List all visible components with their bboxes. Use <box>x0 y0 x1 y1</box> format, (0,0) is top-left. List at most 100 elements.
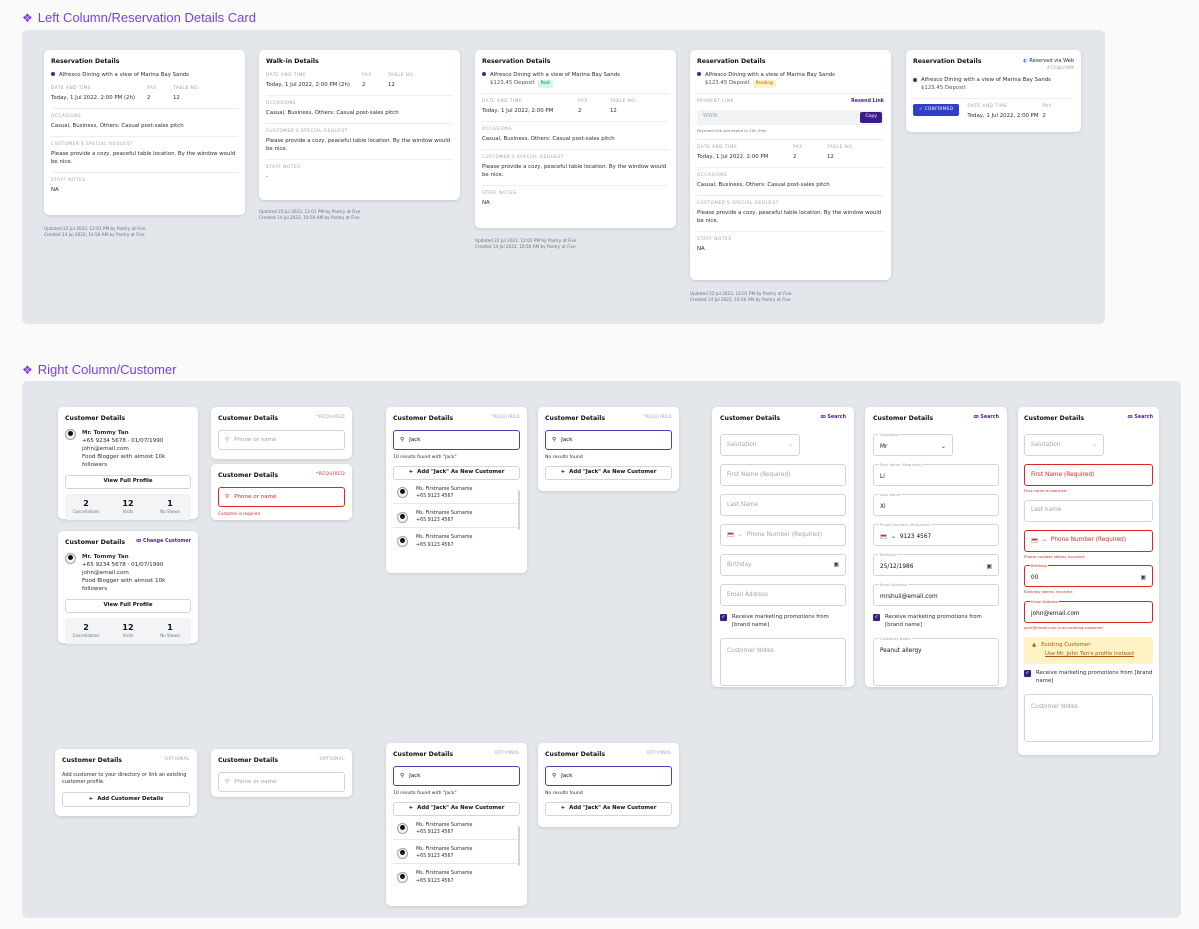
plus-icon: + <box>560 468 566 475</box>
customer-search-input[interactable]: ⚲ Jack <box>393 429 520 450</box>
birthday-field[interactable]: Birthday ▣ <box>720 553 846 576</box>
phone-field[interactable]: ⌄ Phone Number (Required) <box>1024 529 1153 552</box>
add-customer-label: Add Customer Details <box>97 796 164 803</box>
check-icon[interactable]: ✓ <box>1024 670 1031 678</box>
list-item[interactable]: Ms. Firstname Surname +65 9123 4567 <box>397 534 520 548</box>
notes-field[interactable]: Customer Notes Peanut allergy <box>873 635 999 686</box>
label-request: CUSTOMER'S SPECIAL REQUEST <box>697 201 779 206</box>
optional-description: Add customer to your directory or link a… <box>62 771 187 786</box>
list-item[interactable]: Ms. Firstname Surname +65 9123 4567 <box>397 846 520 860</box>
first-name-field[interactable]: First Name (Required) <box>1024 463 1153 486</box>
customer-search-input[interactable]: ⚲ Jack <box>545 429 672 450</box>
optional-tag: OPTIONAL <box>646 751 672 756</box>
birthday-field[interactable]: Birthday 00 ▣ <box>1024 563 1153 588</box>
customer-search-input[interactable]: ⚲ Phone or name <box>218 486 345 507</box>
search-link[interactable]: ꝏ Search <box>1127 415 1153 422</box>
label-date-time: DATE AND TIME <box>697 144 738 150</box>
walkin-card: Walk-in Details DATE AND TIME PAX TABLE … <box>259 50 460 200</box>
calendar-icon[interactable]: ▣ <box>834 561 839 569</box>
customer-search-input[interactable]: ⚲ Jack <box>545 765 672 786</box>
date-value: Today, 1 Jul 2022, 2:00 PM (2h) <box>51 95 136 102</box>
avatar <box>397 487 408 499</box>
list-item[interactable]: Ms. Firstname Surname +65 9123 4567 <box>397 870 520 884</box>
phone-field[interactable]: ⌄ Phone Number (Required) <box>720 523 846 546</box>
view-profile-button[interactable]: View Full Profile <box>65 474 191 489</box>
stat-label: Cancellations <box>72 509 100 515</box>
check-icon[interactable]: ✓ <box>720 613 727 621</box>
card-title: Customer Details <box>393 415 454 422</box>
change-customer-link[interactable]: ꝏ Change Customer <box>136 539 191 546</box>
required-tag: *REQUIRED <box>316 472 345 477</box>
card-title: Customer Details <box>873 415 934 422</box>
email-field[interactable]: Email Address mrshuli@email.com <box>873 581 999 606</box>
users-icon: ꝏ <box>136 539 142 544</box>
first-name-field[interactable]: First Name (Required) <box>720 463 846 486</box>
add-new-customer-button[interactable]: + Add "Jack" As New Customer <box>545 465 672 480</box>
salutation-select[interactable]: Salutation ⌄ <box>1024 433 1104 456</box>
stat-label: Visits <box>122 633 134 639</box>
phone-field[interactable]: Phone Number (Required) ⌄ 9123 4567 <box>873 521 999 546</box>
marketing-checkbox[interactable]: ✓ Receive marketing promotions from [bran… <box>1024 670 1153 686</box>
salutation-select[interactable]: Salutation ⌄ <box>720 433 800 456</box>
calendar-icon[interactable]: ▣ <box>987 563 992 571</box>
scrollbar[interactable] <box>518 826 520 866</box>
birthday-label: Birthday <box>879 551 898 558</box>
confirmed-badge[interactable]: ✓ CONFIRMED <box>913 103 960 116</box>
email-value: mrshuli@email.com <box>880 593 938 600</box>
marketing-checkbox[interactable]: ✓ Receive marketing promotions from [bran… <box>873 613 999 630</box>
deposit-text: $123.45 Deposit <box>705 79 750 86</box>
payment-link-field[interactable]: WWW. Copy <box>697 110 884 126</box>
card-title: Customer Details <box>545 751 606 758</box>
last-name-field[interactable]: Last name <box>1024 499 1153 522</box>
view-profile-button[interactable]: View Full Profile <box>65 598 191 613</box>
section-title-left: ❖ Left Column/Reservation Details Card <box>22 10 256 25</box>
scrollbar[interactable] <box>518 490 520 530</box>
search-value: Jack <box>409 772 421 779</box>
marketing-label: Receive marketing promotions from [brand… <box>885 613 982 628</box>
bullet-icon <box>51 72 55 77</box>
payment-link-text: WWW. <box>703 114 719 120</box>
search-link[interactable]: ꝏ Search <box>820 415 846 422</box>
add-new-label: Add "Jack" As New Customer <box>417 804 505 811</box>
copy-button[interactable]: Copy <box>860 112 882 124</box>
notes-placeholder: Customer Notes <box>727 647 774 654</box>
add-new-customer-button[interactable]: + Add "Jack" As New Customer <box>393 801 520 816</box>
label-pax: PAX <box>793 144 803 150</box>
marketing-checkbox[interactable]: ✓ Receive marketing promotions from [bran… <box>720 613 846 630</box>
first-name-field[interactable]: First Name (Required) Li <box>873 461 999 486</box>
salutation-select[interactable]: Salutation Mr ⌄ <box>873 431 953 456</box>
last-name-field[interactable]: Last Name Xi <box>873 491 999 516</box>
search-link[interactable]: ꝏ Search <box>973 415 999 422</box>
customer-search-results-optional: Customer Details OPTIONAL ⚲ Jack 10 resul… <box>386 743 527 906</box>
add-customer-button[interactable]: + Add Customer Details <box>62 792 190 808</box>
audit-meta: Updated 22 Jul 2022, 12:01 PM by Pantry … <box>44 226 145 238</box>
use-profile-link[interactable]: Use Mr. John Tan's profile instead <box>1045 651 1145 659</box>
customer-search-input[interactable]: ⚲ Jack <box>393 765 520 786</box>
stat-number: 1 <box>167 622 173 632</box>
notes-field[interactable]: Customer Notes <box>720 637 846 686</box>
staff-notes-value: - <box>266 174 268 181</box>
customer-stats: 2 Cancellations 12 Visits 1 No Shows <box>65 493 191 520</box>
list-item[interactable]: Ms. Firstname Surname +65 9123 4567 <box>397 822 520 836</box>
item-text: Alfresco Dining with a view of Marina Ba… <box>59 71 189 78</box>
result-phone: +65 9123 4567 <box>416 542 454 548</box>
add-new-customer-button[interactable]: + Add "Jack" As New Customer <box>393 465 520 480</box>
salutation-value: Mr <box>880 443 888 450</box>
email-field[interactable]: Email Address <box>720 583 846 606</box>
component-diamond-icon: ❖ <box>22 362 33 377</box>
customer-form-empty: Customer Details ꝏ Search Salutation ⌄ Fi… <box>712 407 854 687</box>
notes-field[interactable]: Customer Notes <box>1024 693 1153 742</box>
customer-search-input[interactable]: ⚲ Phone or name <box>218 429 345 450</box>
list-item[interactable]: Ms. Firstname Surname +65 9123 4567 <box>397 510 520 524</box>
last-name-field[interactable]: Last Name <box>720 493 846 516</box>
check-icon[interactable]: ✓ <box>873 613 880 621</box>
email-field[interactable]: Email Address john@email.com <box>1024 598 1153 623</box>
resend-link[interactable]: Resend Link <box>851 99 884 108</box>
customer-search-input[interactable]: ⚲ Phone or name <box>218 771 345 792</box>
add-new-label: Add "Jack" As New Customer <box>569 804 657 811</box>
flag-icon <box>1031 538 1038 544</box>
list-item[interactable]: Ms. Firstname Surname +65 9123 4567 <box>397 486 520 500</box>
calendar-icon[interactable]: ▣ <box>1141 574 1146 582</box>
birthday-field[interactable]: Birthday 25/12/1986 ▣ <box>873 551 999 576</box>
add-new-customer-button[interactable]: + Add "Jack" As New Customer <box>545 801 672 816</box>
